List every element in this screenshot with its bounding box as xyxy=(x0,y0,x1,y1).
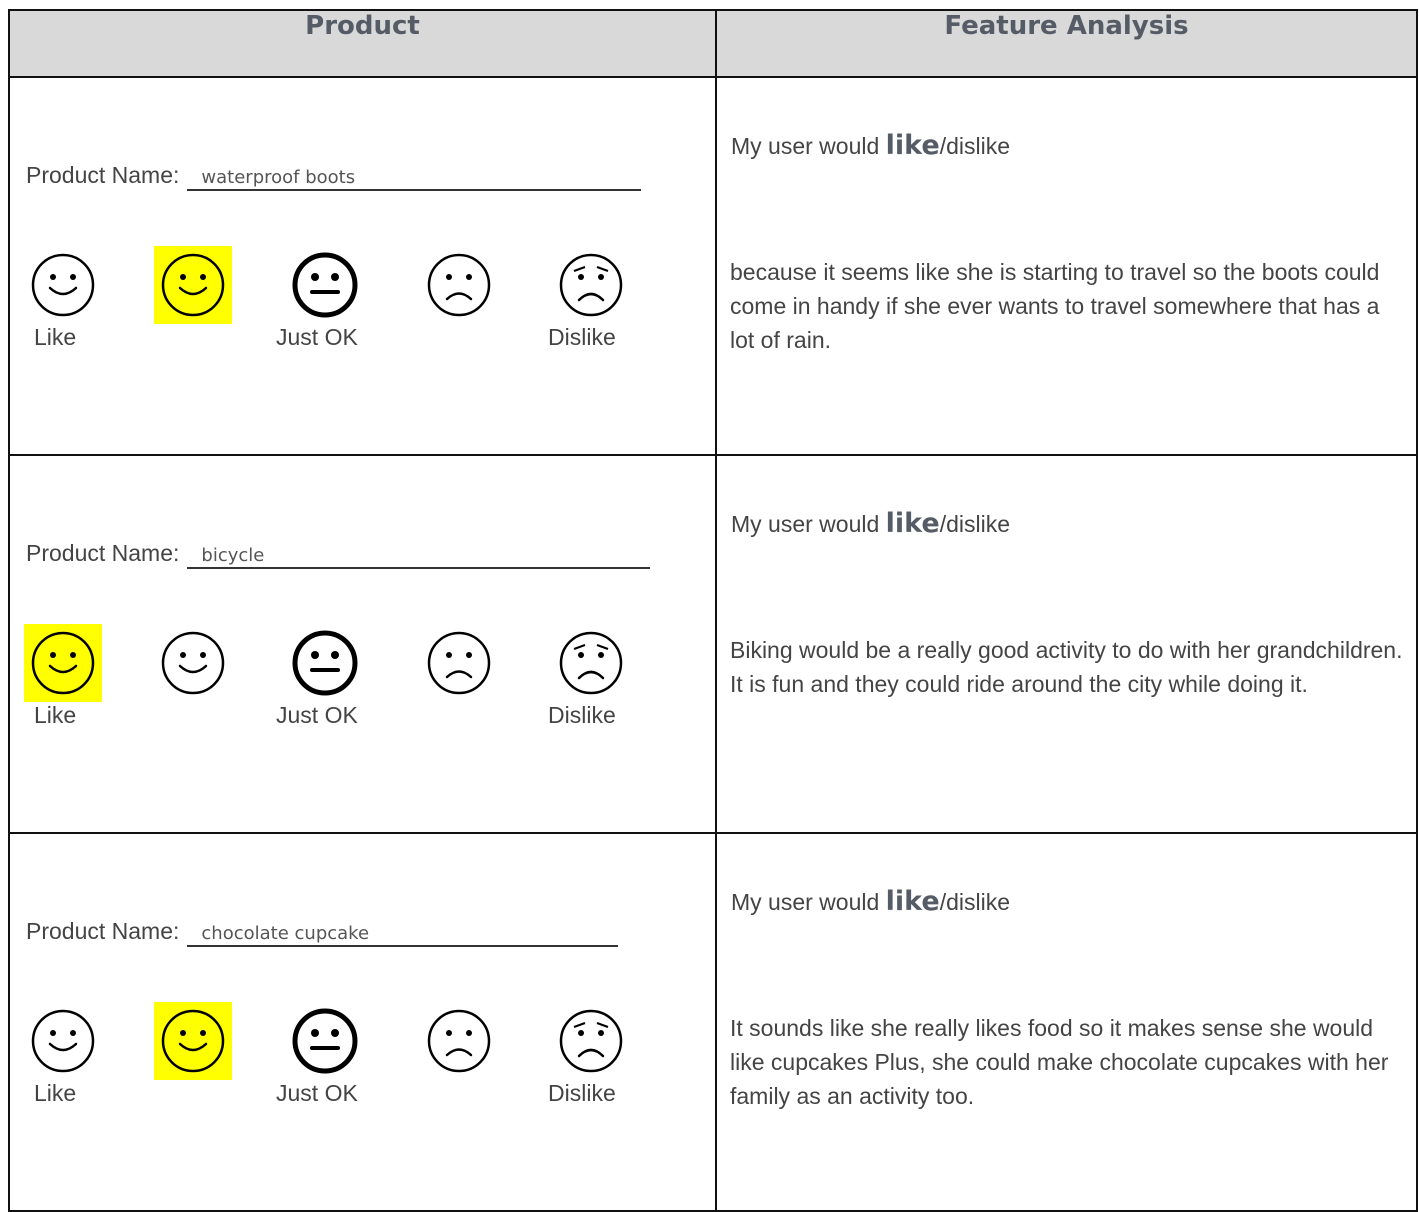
product-name-line: Product Name: bicycle xyxy=(26,540,651,569)
product-name-line: Product Name: chocolate cupcake xyxy=(26,918,619,947)
rating-option[interactable] xyxy=(552,1002,630,1080)
rating-label-like: Like xyxy=(34,324,77,350)
verdict-choice: like xyxy=(885,130,940,161)
product-name-field[interactable]: chocolate cupcake xyxy=(187,923,619,947)
product-name-line: Product Name: waterproof boots xyxy=(26,162,642,191)
rating-label-dislike: Dislike xyxy=(548,324,616,350)
sad-face-icon xyxy=(559,253,623,317)
rating-scale: Like Just OK Dislike xyxy=(24,246,664,350)
rating-option[interactable] xyxy=(24,1002,102,1080)
rating-option[interactable] xyxy=(24,246,102,324)
product-name-field[interactable]: bicycle xyxy=(187,545,651,569)
header-product: Product xyxy=(8,9,717,78)
product-row: Product Name: bicycle Like Just OK Dislike … xyxy=(8,454,1418,834)
analysis-cell: My user would like/dislike Biking would … xyxy=(715,454,1418,834)
verdict-suffix: /dislike xyxy=(939,889,1011,915)
neutral-face-icon xyxy=(292,630,358,696)
rating-option[interactable] xyxy=(552,246,630,324)
analysis-cell: My user would like/dislike It sounds lik… xyxy=(715,832,1418,1212)
rating-option[interactable] xyxy=(24,624,102,702)
header-row: Product Feature Analysis xyxy=(8,9,1418,78)
feature-analysis-table: Product Feature Analysis Product Name: wa… xyxy=(8,9,1418,1212)
smile-icon xyxy=(161,1009,225,1073)
reason-text[interactable]: It sounds like she really likes food so … xyxy=(730,1011,1406,1113)
rating-option[interactable] xyxy=(420,246,498,324)
smile-icon xyxy=(31,253,95,317)
product-row: Product Name: chocolate cupcake Like Just … xyxy=(8,832,1418,1212)
sad-face-icon xyxy=(559,631,623,695)
rating-option[interactable] xyxy=(286,624,364,702)
rating-label-ok: Just OK xyxy=(276,324,358,350)
smile-icon xyxy=(31,631,95,695)
product-cell: Product Name: waterproof boots Like Just O… xyxy=(8,76,717,456)
rating-option[interactable] xyxy=(552,624,630,702)
rating-option[interactable] xyxy=(154,624,232,702)
rating-option[interactable] xyxy=(286,1002,364,1080)
verdict-line: My user would like/dislike xyxy=(731,130,1010,161)
frown-icon xyxy=(427,253,491,317)
product-cell: Product Name: bicycle Like Just OK Dislike xyxy=(8,454,717,834)
rating-scale: Like Just OK Dislike xyxy=(24,624,664,728)
verdict-choice: like xyxy=(885,508,940,539)
rating-scale: Like Just OK Dislike xyxy=(24,1002,664,1106)
rating-label-like: Like xyxy=(34,702,77,728)
reason-text[interactable]: because it seems like she is starting to… xyxy=(730,255,1406,357)
product-name-label: Product Name: xyxy=(26,162,180,188)
rating-label-ok: Just OK xyxy=(276,702,358,728)
rating-option[interactable] xyxy=(154,246,232,324)
neutral-face-icon xyxy=(292,252,358,318)
product-name-label: Product Name: xyxy=(26,540,180,566)
verdict-prefix: My user would xyxy=(731,133,886,159)
frown-icon xyxy=(427,631,491,695)
rating-option[interactable] xyxy=(420,1002,498,1080)
product-name-field[interactable]: waterproof boots xyxy=(187,167,642,191)
product-name-label: Product Name: xyxy=(26,918,180,944)
rating-option[interactable] xyxy=(286,246,364,324)
rating-label-dislike: Dislike xyxy=(548,702,616,728)
verdict-line: My user would like/dislike xyxy=(731,886,1010,917)
rating-label-like: Like xyxy=(34,1080,77,1106)
smile-icon xyxy=(161,631,225,695)
header-feature-analysis: Feature Analysis xyxy=(715,9,1418,78)
product-cell: Product Name: chocolate cupcake Like Just … xyxy=(8,832,717,1212)
smile-icon xyxy=(161,253,225,317)
rating-option[interactable] xyxy=(154,1002,232,1080)
verdict-suffix: /dislike xyxy=(939,133,1011,159)
rating-label-dislike: Dislike xyxy=(548,1080,616,1106)
verdict-prefix: My user would xyxy=(731,511,886,537)
smile-icon xyxy=(31,1009,95,1073)
product-row: Product Name: waterproof boots Like Just O… xyxy=(8,76,1418,456)
neutral-face-icon xyxy=(292,1008,358,1074)
rating-label-ok: Just OK xyxy=(276,1080,358,1106)
sad-face-icon xyxy=(559,1009,623,1073)
rating-option[interactable] xyxy=(420,624,498,702)
verdict-line: My user would like/dislike xyxy=(731,508,1010,539)
frown-icon xyxy=(427,1009,491,1073)
verdict-prefix: My user would xyxy=(731,889,886,915)
reason-text[interactable]: Biking would be a really good activity t… xyxy=(730,633,1406,701)
verdict-suffix: /dislike xyxy=(939,511,1011,537)
verdict-choice: like xyxy=(885,886,940,917)
analysis-cell: My user would like/dislike because it se… xyxy=(715,76,1418,456)
